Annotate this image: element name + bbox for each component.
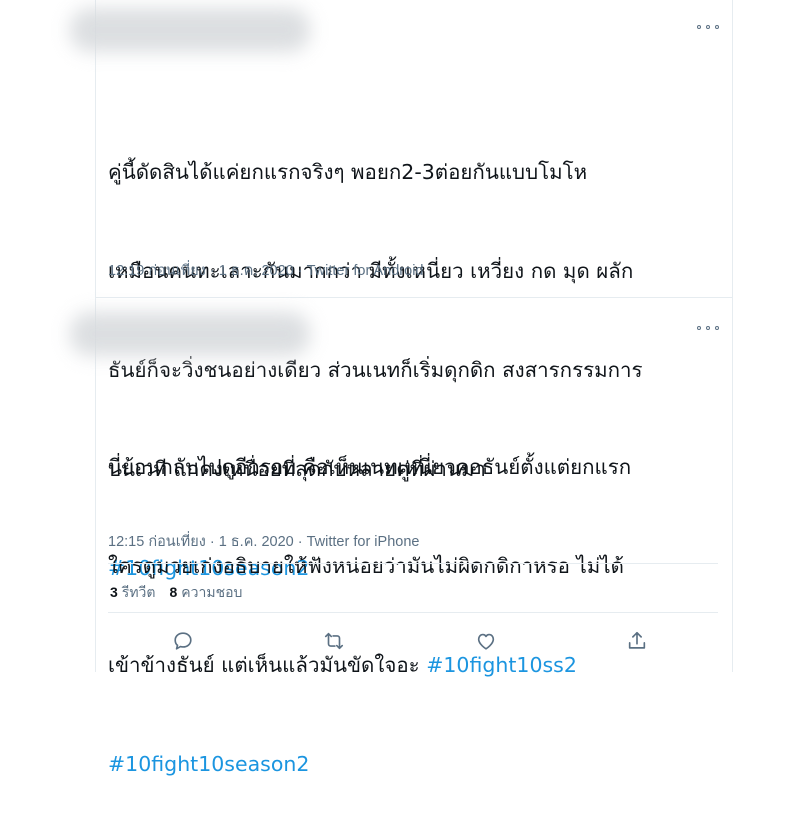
likes-label: ความชอบ	[181, 584, 243, 600]
divider	[108, 563, 718, 564]
tweet-line: เข้าข้างธันย์ แต่เห็นแล้วมันขัดใจอะ	[108, 653, 427, 677]
avatar-blurred	[70, 312, 310, 356]
likes-stat[interactable]: 8 ความชอบ	[170, 582, 243, 604]
likes-count: 8	[169, 584, 178, 600]
like-icon	[477, 633, 494, 650]
tweet-time[interactable]: 12:15 ก่อนเที่ยง	[108, 534, 206, 550]
reply-icon	[174, 632, 192, 650]
divider	[95, 297, 732, 298]
tweet-actions	[170, 628, 650, 654]
retweet-icon	[325, 632, 344, 650]
tweet-line: นี่ย้อนกลับไปดูอีกรอบ คือเห็นเนทเหนี่ยวค…	[108, 455, 632, 479]
engagement-stats: 3 รีทวีต 8 ความชอบ	[110, 582, 242, 604]
tweet-meta-1: 12:19 ก่อนเที่ยง · 1 ธ.ค. 2020 · Twitter…	[108, 259, 423, 282]
share-button[interactable]	[624, 628, 650, 654]
retweets-count: 3	[110, 584, 118, 600]
like-button[interactable]	[473, 628, 499, 654]
separator: ·	[209, 263, 215, 279]
tweet-time[interactable]: 12:19 ก่อนเที่ยง	[108, 263, 206, 279]
share-icon	[628, 631, 646, 649]
separator: ·	[297, 263, 303, 279]
tweet-line: คู่นี้ดัดสินได้แค่ยกแรกจริงๆ พอยก2-3ต่อย…	[108, 160, 588, 184]
tweet-date[interactable]: 1 ธ.ค. 2020	[219, 534, 294, 550]
retweets-label: รีทวีต	[121, 584, 156, 600]
more-icon[interactable]	[697, 21, 719, 33]
tweet-source[interactable]: Twitter for iPhone	[307, 534, 420, 550]
avatar-blurred	[70, 8, 310, 52]
tweet-source[interactable]: Twitter for Android	[307, 263, 424, 279]
tweet-date[interactable]: 1 ธ.ค. 2020	[219, 263, 294, 279]
retweets-stat[interactable]: 3 รีทวีต	[110, 582, 156, 604]
tweet-line: ธันย์ก็จะวิ่งชนอย่างเดียว ส่วนเนทก็เริ่ม…	[108, 358, 643, 382]
retweet-button[interactable]	[321, 628, 347, 654]
separator: ·	[209, 534, 215, 550]
divider	[108, 612, 718, 613]
reply-button[interactable]	[170, 628, 196, 654]
separator: ·	[297, 534, 303, 550]
hashtag-link[interactable]: #10fight10ss2	[426, 653, 577, 677]
tweet-meta-2: 12:15 ก่อนเที่ยง · 1 ธ.ค. 2020 · Twitter…	[108, 530, 419, 553]
tweet-line: ใครดูมวยเก่งอธิบายให้ฟังหน่อยว่ามันไม่ผิ…	[108, 554, 624, 578]
hashtag-link[interactable]: #10fight10season2	[108, 752, 309, 776]
more-icon[interactable]	[697, 322, 719, 334]
